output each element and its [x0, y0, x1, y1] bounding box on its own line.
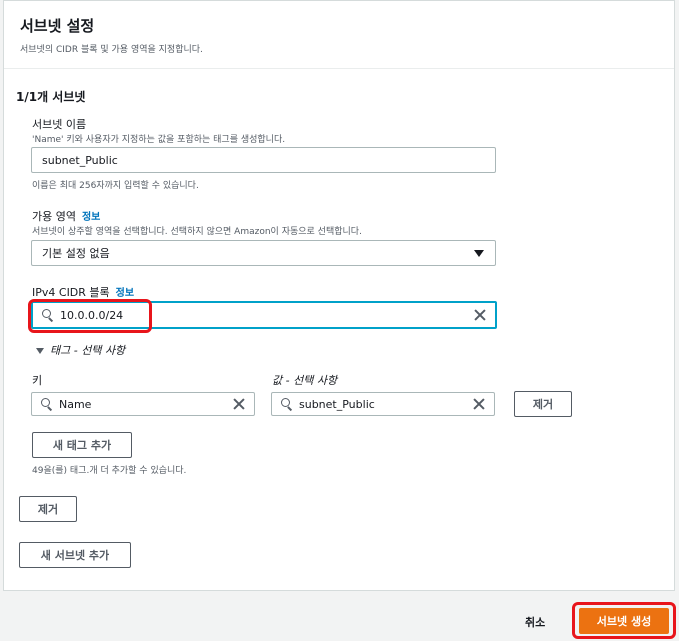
caret-down-icon — [474, 249, 484, 257]
ipv4-cidr-label-row: IPv4 CIDR 블록 정보 — [32, 284, 134, 300]
availability-zone-info-link[interactable]: 정보 — [82, 212, 100, 223]
ipv4-cidr-label: IPv4 CIDR 블록 — [32, 286, 110, 299]
availability-zone-label: 가용 영역 — [32, 210, 76, 223]
subnet-name-label: 서브넷 이름 — [32, 118, 87, 131]
add-subnet-button[interactable]: 새 서브넷 추가 — [19, 542, 131, 568]
page-title: 서브넷 설정 — [20, 17, 95, 35]
tag-value-input[interactable]: subnet_Public — [271, 392, 495, 416]
remove-tag-button[interactable]: 제거 — [514, 391, 572, 417]
section-title: 1/1개 서브넷 — [16, 90, 86, 104]
clear-icon[interactable] — [473, 398, 485, 410]
ipv4-cidr-info-link[interactable]: 정보 — [116, 288, 134, 299]
clear-icon[interactable] — [474, 309, 486, 321]
tag-key-value: Name — [59, 397, 92, 411]
panel-header: 서브넷 설정 서브넷의 CIDR 블록 및 가용 영역을 지정합니다. — [4, 1, 674, 69]
availability-zone-label-row: 가용 영역 정보 — [32, 208, 100, 224]
page-description: 서브넷의 CIDR 블록 및 가용 영역을 지정합니다. — [20, 45, 203, 55]
subnet-name-input[interactable]: subnet_Public — [31, 147, 496, 173]
tag-value-header: 값 - 선택 사항 — [272, 374, 338, 387]
remove-subnet-button[interactable]: 제거 — [19, 496, 77, 522]
clear-icon[interactable] — [233, 398, 245, 410]
availability-zone-select[interactable]: 기본 설정 없음 — [31, 240, 496, 266]
availability-zone-description: 서브넷이 상주할 영역을 선택합니다. 선택하지 않으면 Amazon이 자동으… — [32, 227, 362, 237]
tag-value-value: subnet_Public — [299, 397, 375, 411]
tag-key-header: 키 — [32, 374, 43, 387]
search-icon — [41, 398, 53, 411]
add-tag-button[interactable]: 새 태그 추가 — [32, 432, 132, 458]
availability-zone-selected: 기본 설정 없음 — [42, 247, 110, 260]
tags-toggle[interactable]: 태그 - 선택 사항 — [36, 342, 125, 358]
tag-key-input[interactable]: Name — [31, 392, 255, 416]
annotation-highlight-cidr — [28, 299, 152, 333]
tags-toggle-label: 태그 - 선택 사항 — [50, 344, 126, 357]
search-icon — [281, 398, 293, 411]
annotation-highlight-create — [572, 602, 676, 639]
tags-remaining-text: 49을(를) 태그.개 더 추가할 수 있습니다. — [32, 466, 187, 476]
expand-triangle-icon — [36, 348, 44, 354]
subnet-name-value: subnet_Public — [42, 153, 118, 167]
cancel-button[interactable]: 취소 — [525, 614, 545, 630]
subnet-name-constraint: 이름은 최대 256자까지 입력할 수 있습니다. — [32, 181, 199, 191]
subnet-name-description: 'Name' 키와 사용자가 지정하는 값을 포함하는 태그를 생성합니다. — [32, 135, 286, 145]
